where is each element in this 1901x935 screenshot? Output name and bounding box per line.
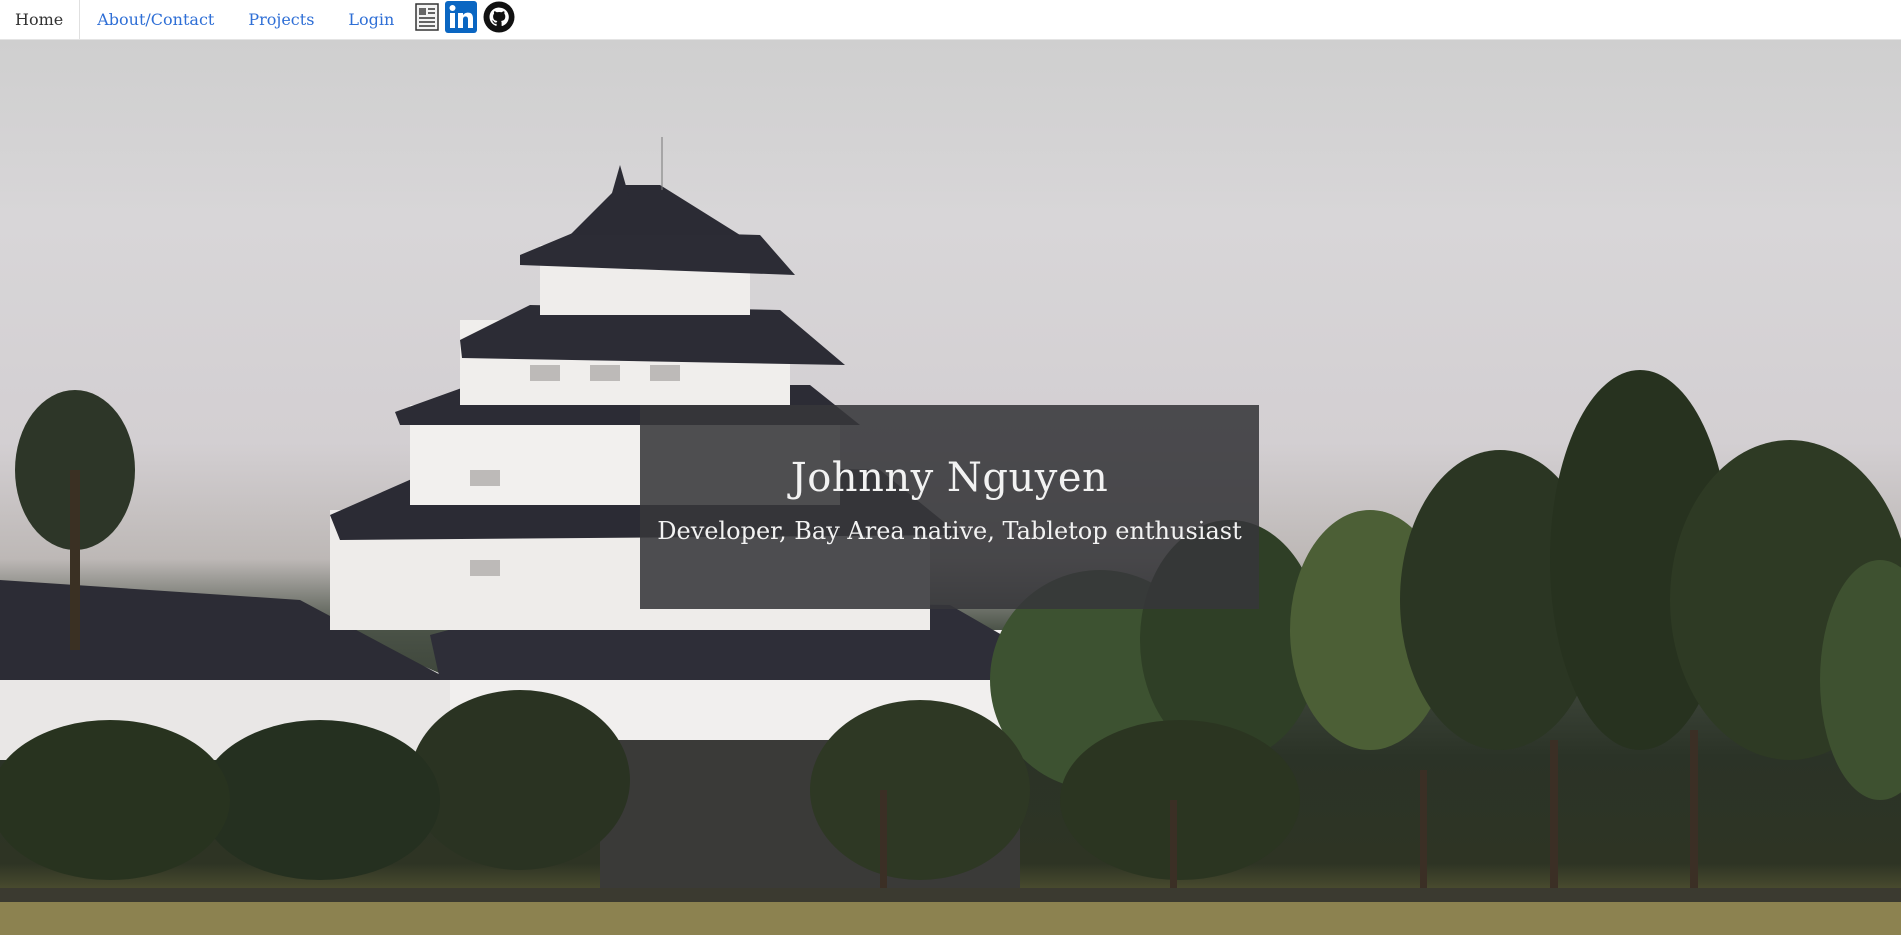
github-icon[interactable] bbox=[483, 1, 515, 33]
resume-icon[interactable] bbox=[415, 3, 440, 31]
nav-projects[interactable]: Projects bbox=[231, 0, 331, 39]
hero-tagline: Developer, Bay Area native, Tabletop ent… bbox=[657, 517, 1242, 545]
nav-home[interactable]: Home bbox=[0, 0, 81, 39]
nav-login[interactable]: Login bbox=[331, 0, 411, 39]
intro-card: Johnny Nguyen Developer, Bay Area native… bbox=[640, 405, 1259, 609]
nav-about-contact[interactable]: About/Contact bbox=[80, 0, 231, 39]
social-icons bbox=[415, 0, 515, 34]
hero-name: Johnny Nguyen bbox=[790, 455, 1109, 501]
linkedin-icon[interactable] bbox=[445, 1, 478, 33]
navbar: Home About/Contact Projects Login bbox=[0, 0, 1901, 40]
hero-banner: Johnny Nguyen Developer, Bay Area native… bbox=[0, 40, 1901, 935]
